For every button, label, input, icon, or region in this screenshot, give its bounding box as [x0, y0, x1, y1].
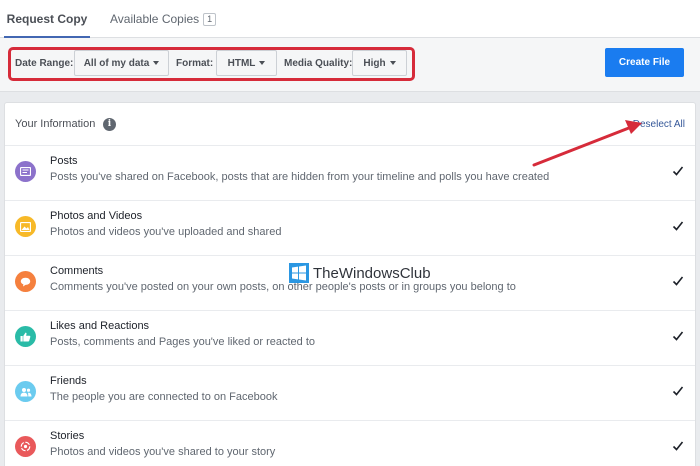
list-item-stories[interactable]: Stories Photos and videos you've shared …: [5, 420, 695, 466]
list-item-title: Friends: [50, 375, 87, 387]
like-icon: [15, 326, 36, 347]
windows-logo-icon: [289, 263, 309, 283]
comment-icon: [15, 271, 36, 292]
media-quality-label: Media Quality:: [284, 58, 353, 69]
list-item-description: Posts, comments and Pages you've liked o…: [50, 336, 316, 348]
list-item-likes-and-reactions[interactable]: Likes and Reactions Posts, comments and …: [5, 310, 695, 365]
checkmark-icon[interactable]: [672, 275, 684, 287]
list-item-photos-and-videos[interactable]: Photos and Videos Photos and videos you'…: [5, 200, 695, 255]
info-icon[interactable]: i: [103, 118, 116, 131]
chevron-down-icon: [389, 61, 396, 65]
format-dropdown[interactable]: HTML: [216, 50, 277, 76]
chevron-down-icon: [153, 61, 160, 65]
checkmark-icon[interactable]: [672, 385, 684, 397]
tab-available-copies-label: Available Copies: [110, 12, 200, 26]
checkmark-icon[interactable]: [672, 165, 684, 177]
list-item-friends[interactable]: Friends The people you are connected to …: [5, 365, 695, 420]
list-item-title: Posts: [50, 155, 78, 167]
list-item-description: The people you are connected to on Faceb…: [50, 391, 278, 403]
format-label: Format:: [176, 58, 214, 69]
list-item-title: Photos and Videos: [50, 210, 143, 222]
media-quality-value: High: [363, 57, 386, 69]
list-item-title: Stories: [50, 430, 85, 442]
checkmark-icon[interactable]: [672, 330, 684, 342]
download-options-bar: Date Range: All of my data Format: HTML …: [0, 38, 700, 92]
date-range-value: All of my data: [83, 57, 150, 69]
list-item-description: Posts you've shared on Facebook, posts t…: [50, 171, 550, 183]
list-item-title: Likes and Reactions: [50, 320, 150, 332]
date-range-dropdown[interactable]: All of my data: [74, 50, 169, 76]
tab-request-copy[interactable]: Request Copy: [4, 0, 90, 38]
chevron-down-icon: [259, 61, 266, 65]
stories-icon: [15, 436, 36, 457]
watermark-text: TheWindowsClub: [313, 264, 431, 282]
available-copies-count-badge: 1: [203, 13, 217, 26]
format-value: HTML: [227, 57, 256, 69]
photos-icon: [15, 216, 36, 237]
checkmark-icon[interactable]: [672, 220, 684, 232]
media-quality-dropdown[interactable]: High: [352, 50, 407, 76]
date-range-label: Date Range:: [15, 58, 74, 69]
list-item-description: Photos and videos you've shared to your …: [50, 446, 276, 458]
create-file-button[interactable]: Create File: [605, 48, 684, 77]
section-title: Your Information: [15, 118, 96, 130]
friends-icon: [15, 381, 36, 402]
list-item-description: Comments you've posted on your own posts…: [50, 281, 516, 293]
tab-available-copies[interactable]: Available Copies 1: [110, 0, 217, 38]
tab-bar: Request Copy Available Copies 1: [0, 0, 700, 38]
list-item-description: Photos and videos you've uploaded and sh…: [50, 226, 282, 238]
annotation-arrow-icon: [532, 120, 642, 167]
list-item-title: Comments: [50, 265, 104, 277]
checkmark-icon[interactable]: [672, 440, 684, 452]
posts-icon: [15, 161, 36, 182]
watermark: TheWindowsClub: [289, 263, 431, 283]
